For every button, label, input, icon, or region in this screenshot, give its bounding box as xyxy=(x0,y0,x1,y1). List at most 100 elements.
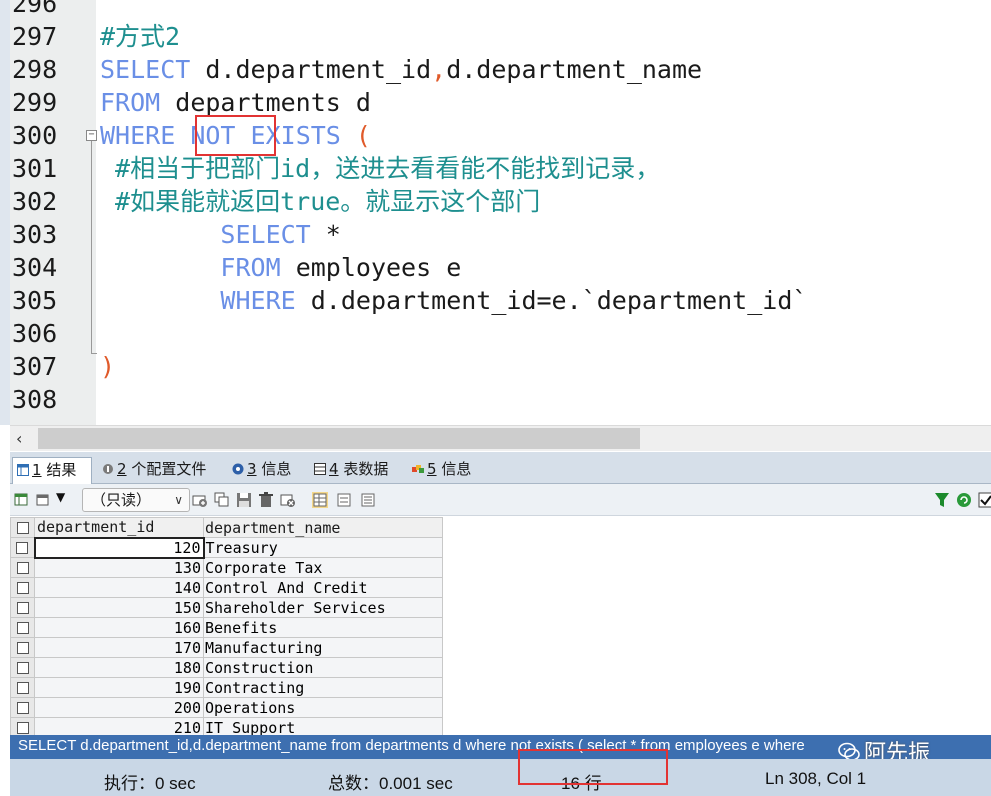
cell-department-id[interactable]: 120 xyxy=(33,536,205,559)
checkbox-icon[interactable] xyxy=(16,721,29,734)
table-row[interactable]: 180 Construction xyxy=(10,657,443,678)
row-checkbox[interactable] xyxy=(10,657,35,678)
cell-department-name[interactable]: Control And Credit xyxy=(203,577,443,598)
checkbox-icon[interactable] xyxy=(16,661,29,674)
table-row[interactable]: 210 IT Support xyxy=(10,717,443,735)
row-checkbox[interactable] xyxy=(10,717,35,735)
cell-department-id[interactable]: 150 xyxy=(34,597,204,618)
checkbox-icon[interactable] xyxy=(16,581,29,594)
column-header-department-name[interactable]: department_name xyxy=(203,517,443,538)
row-checkbox[interactable] xyxy=(10,697,35,718)
tab-results[interactable]: 1 结果 xyxy=(12,457,92,484)
cell-department-name[interactable]: Shareholder Services xyxy=(203,597,443,618)
cell-department-name[interactable]: Operations xyxy=(203,697,443,718)
duplicate-row-icon[interactable] xyxy=(214,492,230,508)
code-text[interactable]: SELECT d.department_id,d.department_name xyxy=(100,53,702,86)
row-checkbox[interactable] xyxy=(10,597,35,618)
table-row[interactable]: 150 Shareholder Services xyxy=(10,597,443,618)
code-line[interactable]: 298 SELECT d.department_id,d.department_n… xyxy=(0,53,991,86)
column-header-department-id[interactable]: department_id xyxy=(34,517,204,538)
checkbox-icon[interactable] xyxy=(16,521,29,534)
horizontal-scrollbar[interactable]: ‹ xyxy=(10,425,991,451)
cell-department-name[interactable]: Benefits xyxy=(203,617,443,638)
cell-department-id[interactable]: 160 xyxy=(34,617,204,638)
dropdown-arrow-icon[interactable]: ▼ xyxy=(56,490,65,504)
filter-icon[interactable] xyxy=(934,492,950,508)
checkbox-icon[interactable] xyxy=(16,561,29,574)
save-changes-icon[interactable] xyxy=(236,492,252,508)
code-text[interactable]: #相当于把部门id，送进去看看能不能找到记录， xyxy=(100,152,660,185)
code-text[interactable]: #如果能就返回true。就显示这个部门 xyxy=(100,185,540,218)
table-row[interactable]: 190 Contracting xyxy=(10,677,443,698)
code-line[interactable]: 302 #如果能就返回true。就显示这个部门 xyxy=(0,185,991,218)
form-view-icon[interactable] xyxy=(336,492,352,508)
row-checkbox[interactable] xyxy=(10,677,35,698)
cell-department-id[interactable]: 190 xyxy=(34,677,204,698)
result-grid[interactable]: department_id department_name 120 Treasur… xyxy=(10,517,443,735)
checkbox-icon[interactable] xyxy=(16,541,29,554)
tab-info[interactable]: 3 信息 xyxy=(228,457,291,484)
code-text[interactable]: FROM employees e xyxy=(100,251,461,284)
result-grid-area[interactable]: department_id department_name 120 Treasur… xyxy=(10,517,991,735)
checkbox-icon[interactable] xyxy=(16,701,29,714)
cell-department-id[interactable]: 140 xyxy=(34,577,204,598)
cell-department-id[interactable]: 130 xyxy=(34,557,204,578)
delete-row-icon[interactable] xyxy=(258,492,274,508)
table-row[interactable]: 170 Manufacturing xyxy=(10,637,443,658)
code-line[interactable]: 299 FROM departments d xyxy=(0,86,991,119)
table-row[interactable]: 130 Corporate Tax xyxy=(10,557,443,578)
select-all-checkbox[interactable] xyxy=(10,517,35,538)
sql-editor[interactable]: 296 297 #方式2 298 SELECT d.department_id,d.de… xyxy=(0,0,991,425)
check-icon[interactable] xyxy=(978,492,991,508)
insert-row-icon[interactable] xyxy=(192,492,208,508)
fold-collapse-icon[interactable]: − xyxy=(86,130,97,141)
cell-department-id[interactable]: 210 xyxy=(34,717,204,735)
row-checkbox[interactable] xyxy=(10,617,35,638)
table-row[interactable]: 120 Treasury xyxy=(10,536,443,559)
grid-view-icon[interactable] xyxy=(312,492,328,508)
tab-info-2[interactable]: 5 信息 xyxy=(408,457,471,484)
cancel-changes-icon[interactable] xyxy=(280,492,296,508)
code-line[interactable]: 300 WHERE NOT EXISTS ( xyxy=(0,119,991,152)
code-line[interactable]: 303 SELECT * xyxy=(0,218,991,251)
scroll-left-arrow-icon[interactable]: ‹ xyxy=(16,429,22,448)
row-checkbox[interactable] xyxy=(10,577,35,598)
refresh-icon[interactable] xyxy=(956,492,972,508)
readonly-mode-select[interactable]: （只读） ∨ xyxy=(82,488,190,512)
checkbox-icon[interactable] xyxy=(16,621,29,634)
import-grid-icon[interactable] xyxy=(36,492,52,508)
table-row[interactable]: 160 Benefits xyxy=(10,617,443,638)
table-row[interactable]: 200 Operations xyxy=(10,697,443,718)
checkbox-icon[interactable] xyxy=(16,641,29,654)
cell-department-id[interactable]: 170 xyxy=(34,637,204,658)
cell-department-id[interactable]: 200 xyxy=(34,697,204,718)
export-grid-icon[interactable] xyxy=(14,492,30,508)
tab-profiles[interactable]: 2 个配置文件 xyxy=(98,457,206,484)
code-text[interactable]: SELECT * xyxy=(100,218,340,251)
checkbox-icon[interactable] xyxy=(16,681,29,694)
row-checkbox[interactable] xyxy=(10,537,35,558)
text-view-icon[interactable] xyxy=(360,492,376,508)
code-line[interactable]: 308 xyxy=(0,383,991,416)
code-text[interactable]: WHERE d.department_id=e.`department_id` xyxy=(100,284,807,317)
code-line[interactable]: 307) xyxy=(0,350,991,383)
code-line[interactable]: 305 WHERE d.department_id=e.`department_… xyxy=(0,284,991,317)
code-line[interactable]: 304 FROM employees e xyxy=(0,251,991,284)
cell-department-name[interactable]: Contracting xyxy=(203,677,443,698)
scrollbar-thumb[interactable] xyxy=(38,428,640,449)
cell-department-name[interactable]: Treasury xyxy=(203,537,443,558)
code-text[interactable]: ) xyxy=(100,350,115,383)
code-text[interactable]: #方式2 xyxy=(100,20,180,53)
row-checkbox[interactable] xyxy=(10,637,35,658)
cell-department-name[interactable]: Construction xyxy=(203,657,443,678)
row-checkbox[interactable] xyxy=(10,557,35,578)
tab-table-data[interactable]: 4 表数据 xyxy=(310,457,388,484)
code-line[interactable]: 301 #相当于把部门id，送进去看看能不能找到记录， xyxy=(0,152,991,185)
cell-department-name[interactable]: IT Support xyxy=(203,717,443,735)
code-line[interactable]: 306 xyxy=(0,317,991,350)
code-line[interactable]: 297 #方式2 xyxy=(0,20,991,53)
table-row[interactable]: 140 Control And Credit xyxy=(10,577,443,598)
cell-department-id[interactable]: 180 xyxy=(34,657,204,678)
checkbox-icon[interactable] xyxy=(16,601,29,614)
cell-department-name[interactable]: Corporate Tax xyxy=(203,557,443,578)
